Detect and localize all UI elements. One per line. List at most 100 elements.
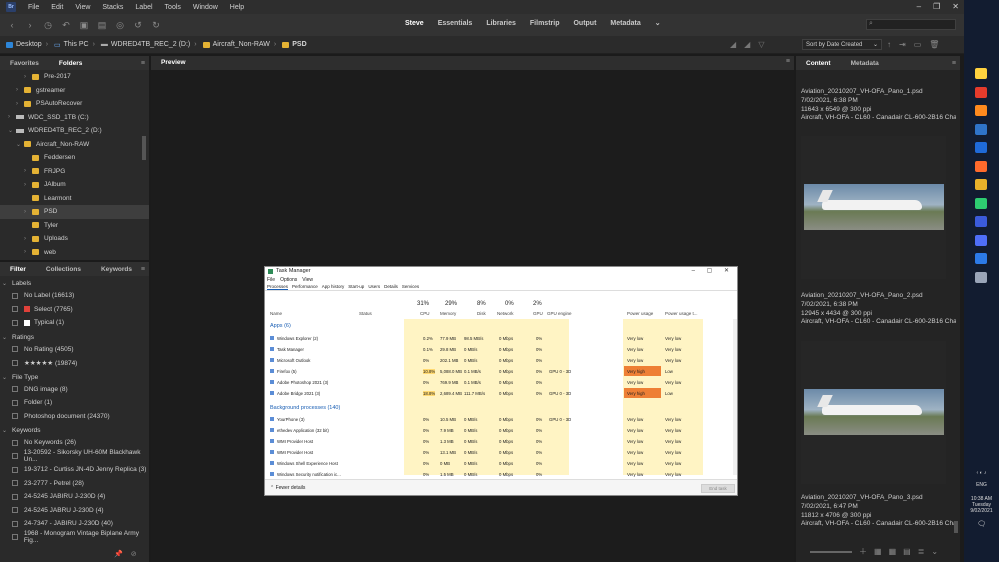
process-row[interactable]: Windows Shell Experience Host 0% 0 MB 0 MB/… <box>265 458 733 469</box>
sort-dropdown[interactable]: Sort by Date Created ⌄ <box>802 39 882 50</box>
filter-checkbox[interactable] <box>12 439 18 446</box>
filter-checkbox[interactable] <box>12 359 18 366</box>
folder-tree-item[interactable]: ⌄ Aircraft_Non-RAW <box>0 138 149 152</box>
workspace-filmstrip[interactable]: Filmstrip <box>523 20 567 27</box>
filter-item[interactable]: ★★★★★ (19874) <box>0 356 149 370</box>
panel-menu-icon[interactable]: ≡ <box>141 60 145 67</box>
folder-tree-item[interactable]: Tyler <box>0 219 149 233</box>
boomerang-icon[interactable]: ↶ <box>60 19 72 31</box>
chevron-right-icon[interactable]: › <box>16 101 24 107</box>
tm-scrollbar[interactable] <box>733 319 737 475</box>
process-row[interactable]: Adobe Bridge 2021 (3) 18.8% 2,689.4 MB 111.… <box>265 388 733 399</box>
refine-icon[interactable]: ▤ <box>96 19 108 31</box>
thumbnail-size-slider[interactable] <box>810 550 852 553</box>
taskbar-app-icon[interactable] <box>975 68 987 79</box>
menu-tools[interactable]: Tools <box>159 4 187 11</box>
open-recent-icon[interactable]: ⇥ <box>899 40 906 49</box>
taskbar-app-icon[interactable] <box>975 160 987 172</box>
workspace-libraries[interactable]: Libraries <box>479 20 523 27</box>
process-row[interactable]: Task Manager 0.1% 29.8 MB 0 MB/s 0 Mbps 0% Ver… <box>265 344 733 355</box>
filter-checkbox[interactable] <box>12 534 18 541</box>
filter-section-header[interactable]: ⌄ Labels <box>0 278 149 289</box>
filter-item[interactable]: 13-20592 - Sikorsky UH-60M Blackhawk Un.… <box>0 449 149 463</box>
forward-icon[interactable]: › <box>24 19 36 31</box>
filter-checkbox[interactable] <box>12 399 18 406</box>
rotate-left-icon[interactable]: ↺ <box>132 19 144 31</box>
tm-menu-view[interactable]: View <box>302 277 313 283</box>
chevron-right-icon[interactable]: › <box>24 236 32 242</box>
filter-icon[interactable]: ▽ <box>758 40 764 49</box>
col-memory[interactable]: Memory <box>440 311 456 316</box>
workspace-steve[interactable]: Steve <box>398 20 431 27</box>
process-row[interactable]: Microsoft Outlook 0% 202.1 MB 0 MB/s 0 Mbps 0… <box>265 355 733 366</box>
panel-menu-icon[interactable]: ≡ <box>786 58 790 65</box>
list-view-icon[interactable]: ≣ <box>918 547 925 556</box>
ascending-icon[interactable]: ↑ <box>887 40 891 49</box>
folder-tree-item[interactable]: › PSD <box>0 205 149 219</box>
back-icon[interactable]: ‹ <box>6 19 18 31</box>
search-input[interactable]: ⌕ <box>866 19 956 30</box>
crumb-drive-d[interactable]: ▬ WDRED4TB_REC_2 (D:) <box>101 41 190 48</box>
folder-tree-item[interactable]: Feddersen <box>0 151 149 165</box>
filter-section-header[interactable]: ⌄ Ratings <box>0 332 149 343</box>
filter-checkbox[interactable] <box>12 507 18 514</box>
camera-raw-icon[interactable]: ◎ <box>114 19 126 31</box>
crumb-desktop[interactable]: Desktop <box>6 41 42 48</box>
content-item-metadata[interactable]: Aviation_20210207_VH-OFA_Pano_1.psd 7/02/… <box>801 88 956 123</box>
keep-filter-icon[interactable]: 📌 <box>114 550 123 558</box>
filter-item[interactable]: No Label (16613) <box>0 289 149 303</box>
panel-menu-icon[interactable]: ≡ <box>952 60 956 67</box>
taskbar-app-icon[interactable] <box>975 105 987 116</box>
thumbnails-view-icon[interactable]: ▦ <box>889 547 897 556</box>
view-menu-icon[interactable]: ⌄ <box>931 547 938 556</box>
filter-checkbox[interactable] <box>12 520 18 527</box>
chevron-right-icon[interactable]: › <box>16 87 24 93</box>
process-row[interactable]: WMI Provider Host 0% 13.1 MB 0 MB/s 0 Mbps 0%… <box>265 447 733 458</box>
col-cpu[interactable]: CPU <box>420 311 430 316</box>
col-name[interactable]: Name <box>270 311 282 316</box>
filter-checkbox[interactable] <box>12 493 18 500</box>
end-task-button[interactable]: End task <box>701 484 735 493</box>
details-view-icon[interactable]: ▤ <box>903 547 911 556</box>
chevron-down-icon[interactable]: ⌄ <box>16 141 24 148</box>
workspace-essentials[interactable]: Essentials <box>431 20 480 27</box>
filter-checkbox[interactable] <box>12 386 18 393</box>
chevron-right-icon[interactable]: › <box>24 209 32 215</box>
close-icon[interactable]: ✕ <box>952 2 959 11</box>
filter-checkbox[interactable] <box>12 346 18 353</box>
grid-lock-icon[interactable]: ▦ <box>874 547 882 556</box>
menu-edit[interactable]: Edit <box>45 4 69 11</box>
filter-item[interactable]: 24-5245 JABIRU J-230D (4) <box>0 490 149 504</box>
language-indicator[interactable]: ENG <box>964 482 999 488</box>
col-status[interactable]: Status <box>359 311 372 316</box>
process-row[interactable]: WMI Provider Host 0% 1.3 MB 0 MB/s 0 Mbps 0% V… <box>265 436 733 447</box>
content-scrollbar[interactable] <box>954 521 958 533</box>
chevron-right-icon[interactable]: › <box>24 249 32 255</box>
tm-menu-options[interactable]: Options <box>280 277 297 283</box>
content-item-metadata[interactable]: Aviation_20210207_VH-OFA_Pano_2.psd 7/02/… <box>801 292 956 327</box>
filter-section-header[interactable]: ⌄ File Type <box>0 372 149 383</box>
filter-section-header[interactable]: ⌄ Keywords <box>0 425 149 436</box>
filter-item[interactable]: Photoshop document (24370) <box>0 410 149 424</box>
content-thumbnail[interactable] <box>801 341 946 484</box>
taskbar-app-icon[interactable] <box>975 216 987 227</box>
filter-checkbox[interactable] <box>12 292 18 299</box>
maximize-icon[interactable]: ❐ <box>933 2 940 11</box>
filter-item[interactable]: No Rating (4505) <box>0 343 149 357</box>
chevron-right-icon[interactable]: › <box>24 74 32 80</box>
filter-checkbox[interactable] <box>12 453 18 460</box>
tree-scrollbar[interactable] <box>142 136 146 160</box>
taskbar-app-icon[interactable] <box>975 197 987 209</box>
workspace-output[interactable]: Output <box>566 20 603 27</box>
tm-tab-performance[interactable]: Performance <box>292 284 318 289</box>
quality-icon[interactable]: ◢ <box>730 40 736 49</box>
filter-item[interactable]: 23-2777 - Petrel (28) <box>0 477 149 491</box>
tab-keywords[interactable]: Keywords <box>91 266 142 273</box>
filter-item[interactable]: 24-5245 JABRU J-230D (4) <box>0 504 149 518</box>
col-power[interactable]: Power usage <box>627 311 653 316</box>
rotate-right-icon[interactable]: ↻ <box>150 19 162 31</box>
taskbar-app-icon[interactable] <box>975 253 987 264</box>
taskbar-app-icon[interactable] <box>975 86 987 98</box>
taskbar-app-icon[interactable] <box>975 234 987 246</box>
folder-tree-item[interactable]: › Pre-2017 <box>0 70 149 84</box>
